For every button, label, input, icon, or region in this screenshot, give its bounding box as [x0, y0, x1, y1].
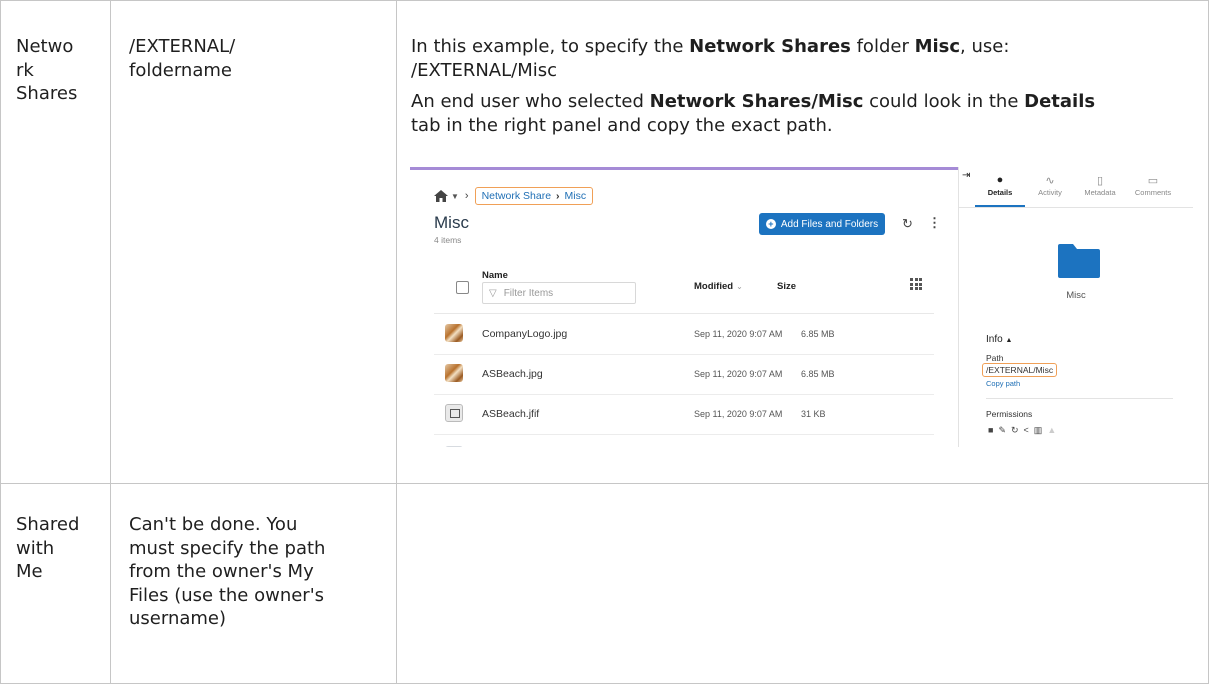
info-section-toggle[interactable]: Info ▲: [986, 334, 1012, 345]
edit-icon: ✎: [998, 425, 1011, 435]
path-text-line: Can't be done. You: [129, 514, 298, 535]
document-icon: ■: [988, 425, 999, 435]
description-paragraph-2: An end user who selected Network Shares/…: [411, 91, 1096, 112]
tab-activity[interactable]: ∿ Activity: [1025, 174, 1075, 197]
file-modified: Sep 11, 2020 9:07 AM: [694, 329, 783, 339]
filter-placeholder: Filter Items: [503, 287, 554, 299]
description-paragraph-1: In this example, to specify the Network …: [411, 36, 1010, 57]
path-cell: Can't be done. You must specify the path…: [129, 513, 325, 631]
file-modified: Sep 11, 2020 9:07 AM: [694, 409, 783, 419]
image-file-icon: [445, 404, 463, 422]
table-row[interactable]: [434, 434, 934, 447]
collapse-panel-icon[interactable]: ⇥: [962, 170, 970, 181]
panel-folder-name: Misc: [1066, 290, 1086, 301]
path-text-line: Files (use the owner's: [129, 584, 325, 606]
row-divider: [0, 483, 1209, 484]
location-cell: Shared with Me: [16, 513, 79, 584]
path-text-line: /EXTERNAL/: [129, 36, 236, 57]
path-text-line: username): [129, 608, 227, 629]
sync-icon: ↻: [1010, 425, 1024, 435]
location-text-line: Me: [16, 561, 43, 582]
divider: [986, 398, 1173, 399]
add-files-label: Add Files and Folders: [780, 218, 879, 230]
file-modified: Sep 11, 2020 9:07 AM: [694, 369, 783, 379]
path-cell: /EXTERNAL/ foldername: [129, 35, 235, 82]
column-divider: [110, 0, 111, 684]
file-thumbnail: [445, 446, 463, 447]
table-row[interactable]: CompanyLogo.jpg Sep 11, 2020 9:07 AM 6.8…: [434, 314, 934, 355]
breadcrumb-highlight: Network Share › Misc: [474, 187, 594, 205]
caret-up-icon: ▲: [1005, 337, 1013, 344]
add-files-button[interactable]: + Add Files and Folders: [759, 213, 885, 235]
image-thumbnail: [445, 364, 463, 382]
path-text-line: must specify the path: [129, 537, 326, 559]
table-row[interactable]: ASBeach.jpg Sep 11, 2020 9:07 AM 6.85 MB: [434, 354, 934, 395]
path-label: Path: [986, 353, 1004, 363]
clipboard-icon: ▯: [1096, 175, 1104, 187]
tab-details[interactable]: ● Details: [975, 174, 1025, 197]
file-size: 31 KB: [801, 409, 826, 419]
location-cell: Netwo rk Shares: [16, 35, 77, 106]
comment-icon: ▭: [1147, 175, 1159, 187]
size-column-header[interactable]: Size: [777, 281, 796, 292]
item-count: 4 items: [434, 235, 462, 245]
file-size: 6.85 MB: [801, 329, 835, 339]
embedded-screenshot: ▼ › Network Share › Misc Misc 4 items + …: [410, 167, 1193, 447]
file-name[interactable]: ASBeach.jfif: [482, 408, 539, 420]
location-text-line: with: [16, 537, 55, 559]
path-value: /EXTERNAL/Misc: [982, 363, 1058, 377]
location-text-line: Shares: [16, 83, 78, 104]
description-cell: In this example, to specify the Network …: [411, 35, 1201, 137]
refresh-icon[interactable]: ↻: [902, 216, 913, 232]
share-icon: <: [1023, 425, 1034, 435]
name-column-header[interactable]: Name: [482, 270, 508, 281]
path-text-line: foldername: [129, 59, 232, 81]
panel-divider: [958, 167, 959, 447]
description-paragraph-2-line2: tab in the right panel and copy the exac…: [411, 114, 833, 136]
permission-icons: ■✎↻<▥▲: [988, 425, 1061, 436]
path-text-line: from the owner's My: [129, 561, 314, 582]
trash-icon: ▥: [1033, 425, 1048, 435]
table-border-top: [0, 0, 1209, 1]
file-size: 6.85 MB: [801, 369, 835, 379]
modified-column-header[interactable]: Modified ⌄: [694, 281, 743, 292]
activity-icon: ∿: [1045, 175, 1055, 187]
example-path: /EXTERNAL/Misc: [411, 59, 558, 81]
bell-icon: ▲: [1047, 425, 1062, 435]
info-icon: ●: [996, 174, 1004, 186]
image-thumbnail: [445, 324, 463, 342]
tabs-divider: [959, 207, 1193, 208]
tab-comments[interactable]: ▭ Comments: [1128, 174, 1178, 197]
top-accent-bar: [410, 167, 958, 170]
home-icon[interactable]: [434, 190, 448, 202]
select-all-checkbox[interactable]: [456, 281, 469, 294]
folder-icon: [1058, 244, 1100, 278]
grid-view-icon[interactable]: [910, 278, 922, 290]
chevron-down-icon: ⌄: [736, 282, 743, 291]
file-name[interactable]: ASBeach.jpg: [482, 368, 543, 380]
breadcrumb-item[interactable]: Misc: [565, 190, 587, 202]
breadcrumb: ▼ › Network Share › Misc: [434, 186, 594, 206]
list-header: Name ▽ Filter Items Modified ⌄ Size: [434, 259, 934, 314]
permissions-label: Permissions: [986, 409, 1033, 419]
page-title: Misc: [434, 213, 469, 232]
chevron-right-icon: ›: [464, 190, 469, 202]
chevron-right-icon: ›: [556, 190, 560, 202]
more-options-icon[interactable]: ⋮: [928, 215, 941, 231]
tab-metadata[interactable]: ▯ Metadata: [1075, 174, 1125, 197]
column-divider: [396, 0, 397, 684]
plus-icon: +: [765, 219, 776, 229]
filter-input[interactable]: ▽ Filter Items: [482, 282, 636, 304]
location-text-line: rk: [16, 59, 34, 81]
filter-icon: ▽: [489, 287, 497, 299]
file-name[interactable]: CompanyLogo.jpg: [482, 328, 567, 340]
table-border-left: [0, 0, 1, 684]
breadcrumb-item[interactable]: Network Share: [482, 190, 551, 202]
location-text-line: Shared: [16, 514, 80, 535]
table-row[interactable]: ASBeach.jfif Sep 11, 2020 9:07 AM 31 KB: [434, 394, 934, 435]
chevron-down-icon[interactable]: ▼: [451, 192, 459, 201]
location-text-line: Netwo: [16, 36, 74, 57]
copy-path-link[interactable]: Copy path: [986, 379, 1020, 388]
